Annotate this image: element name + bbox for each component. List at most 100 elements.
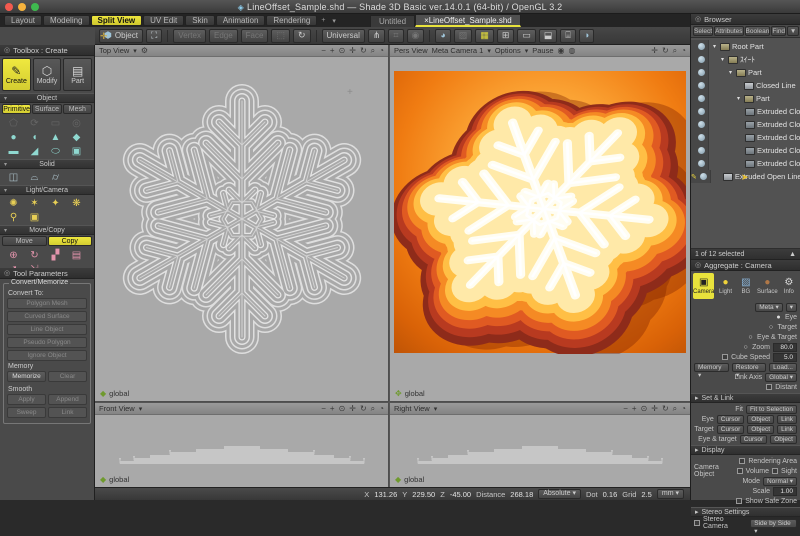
tab-find[interactable]: Find — [771, 26, 786, 36]
viewport-title[interactable]: Front View — [99, 404, 135, 413]
tab-camera[interactable]: ▣Camera — [693, 273, 714, 299]
stereo-mode-dropdown[interactable]: Side by Side ▾ — [750, 519, 797, 528]
wedge-tool-icon[interactable]: ◢ — [24, 144, 45, 158]
rotate-tool-button[interactable]: ↻ — [293, 29, 311, 43]
visibility-eye-icon[interactable] — [698, 69, 705, 76]
distant-light-icon[interactable]: ✦ — [45, 196, 66, 210]
collapse-icon[interactable]: ▸ — [695, 394, 699, 402]
visibility-eye-icon[interactable] — [698, 134, 705, 141]
magnify-icon[interactable]: ⌕ — [673, 405, 677, 413]
expander-icon[interactable]: ▾ — [719, 56, 726, 63]
tab-light[interactable]: ●Light — [716, 273, 734, 299]
camera-menu-icon[interactable]: ▾ — [487, 47, 491, 55]
eye-target-object-button[interactable]: Object — [770, 435, 797, 444]
restore-button[interactable]: Restore ▾ — [732, 363, 766, 372]
view-options-icon[interactable]: ◔ — [379, 47, 384, 55]
tree-item-extruded-closed[interactable]: Extruded Closed — [691, 157, 800, 170]
preview-toggle-icon[interactable]: ◉ — [558, 47, 565, 55]
aggregate-header[interactable]: ◎Aggregate : Camera — [691, 260, 800, 271]
tab-boolean[interactable]: Boolean — [745, 26, 771, 36]
zoom-out-icon[interactable]: − — [321, 405, 326, 413]
target-link-button[interactable]: Link — [777, 425, 797, 434]
pan-icon[interactable]: ✛ — [651, 47, 658, 55]
viewport-pers[interactable]: Pers View Meta Camera 1 ▾ Options ▾ Paus… — [390, 45, 690, 402]
fit-to-selection-button[interactable]: Fit to Selection — [746, 405, 797, 414]
expander-icon[interactable]: ▾ — [711, 43, 718, 50]
distant-checkbox[interactable] — [766, 384, 772, 390]
zoom-out-icon[interactable]: − — [623, 405, 628, 413]
tab-attributes[interactable]: Attributes — [714, 26, 743, 36]
zoom-reset-icon[interactable]: ⊙ — [641, 405, 648, 413]
magnify-icon[interactable]: ⌕ — [371, 47, 375, 55]
solid-section-header[interactable]: ▾Solid — [0, 159, 94, 169]
tab-mesh[interactable]: Mesh — [63, 104, 92, 114]
orbit-icon[interactable]: ↻ — [360, 47, 367, 55]
numeric-input-button[interactable]: ⌸ — [560, 29, 575, 43]
rendering-area-checkbox[interactable] — [739, 458, 745, 464]
rotate-copy-icon[interactable]: ↻ — [24, 248, 45, 262]
collapse-icon[interactable]: ▸ — [695, 446, 699, 454]
collapse-icon[interactable]: ▾ — [4, 227, 7, 234]
tab-overflow-icon[interactable]: ▾ — [329, 17, 339, 25]
collapse-icon[interactable]: ▾ — [4, 161, 7, 168]
collapse-icon[interactable]: ▾ — [4, 187, 7, 194]
radio-target[interactable]: ○ — [768, 324, 775, 331]
target-cursor-button[interactable]: Cursor — [717, 425, 745, 434]
orbit-icon[interactable]: ↻ — [662, 47, 669, 55]
view-menu-icon[interactable]: ▾ — [139, 405, 143, 413]
viewport-title[interactable]: Right View — [394, 404, 430, 413]
view-options-icon[interactable]: ◔ — [379, 405, 384, 413]
stereo-camera-checkbox[interactable] — [694, 520, 700, 526]
zoom-reset-icon[interactable]: ⊙ — [339, 405, 346, 413]
visibility-eye-icon[interactable] — [698, 95, 705, 102]
view-menu-icon[interactable]: ▾ — [133, 47, 137, 55]
tree-item-closed-line[interactable]: Closed Line — [691, 79, 800, 92]
tab-rendering[interactable]: Rendering — [266, 15, 317, 26]
eye-cursor-button[interactable]: Cursor — [717, 415, 745, 424]
camera-create-icon[interactable]: ▣ — [24, 210, 45, 224]
tab-uv-edit[interactable]: UV Edit — [143, 15, 184, 26]
chat-icon[interactable]: ◍ — [568, 47, 575, 55]
filter-icon[interactable]: ▼ — [787, 26, 799, 36]
visibility-eye-icon[interactable] — [698, 43, 705, 50]
grid-toggle-button[interactable]: ⊞ — [497, 29, 515, 43]
visibility-eye-icon[interactable] — [698, 147, 705, 154]
subtract-tool-icon[interactable]: ⌓ — [24, 170, 45, 184]
expander-icon[interactable]: ▾ — [727, 69, 734, 76]
panel-menu-icon[interactable]: ◎ — [4, 269, 10, 277]
cube-tool-icon[interactable]: ▣ — [66, 144, 87, 158]
tab-add-icon[interactable]: + — [318, 17, 328, 24]
toolbox-header[interactable]: ◎Toolbox : Create — [0, 45, 94, 56]
light-camera-section-header[interactable]: ▾Light/Camera — [0, 185, 94, 195]
pause-button[interactable]: Pause — [532, 46, 553, 55]
tree-item-part-jp[interactable]: ▾ ｽｲｰﾄ — [691, 53, 800, 66]
object-section-header[interactable]: ▾Object — [0, 93, 94, 103]
load-button[interactable]: Load... — [769, 363, 797, 372]
panel-menu-icon[interactable]: ◎ — [695, 261, 701, 269]
zoom-in-icon[interactable]: + — [330, 47, 335, 55]
magnify-icon[interactable]: ⌕ — [673, 47, 677, 55]
viewport-top[interactable]: Top View ▾ ⚙ − + ⊙ ✛ ↻ ⌕ ◔ — [95, 45, 389, 402]
preview-render-button[interactable]: ◑ — [579, 29, 594, 43]
tree-item-extruded-closed[interactable]: Extruded Closed — [691, 118, 800, 131]
tree-item-extruded-closed[interactable]: Extruded Closed — [691, 131, 800, 144]
pose-tool-button[interactable]: ⋔ — [368, 29, 386, 43]
zoom-value-field[interactable]: 80.0 — [773, 343, 797, 352]
zoom-reset-icon[interactable]: ⊙ — [339, 47, 346, 55]
point-light-icon[interactable]: ✺ — [3, 196, 24, 210]
radio-eye[interactable]: ● — [775, 314, 782, 321]
tab-info[interactable]: ⚙Info — [780, 273, 798, 299]
array-copy-icon[interactable]: ▤ — [66, 248, 87, 262]
tree-item-extruded-closed[interactable]: Extruded Closed — [691, 144, 800, 157]
tab-modeling[interactable]: Modeling — [43, 15, 89, 26]
linear-light-icon[interactable]: ⚲ — [3, 210, 24, 224]
link-axis-dropdown[interactable]: Global ▾ — [765, 373, 797, 382]
camera-mode-button[interactable]: ⛶ — [146, 29, 162, 43]
eye-link-button[interactable]: Link — [777, 415, 797, 424]
memory-button[interactable]: Memory ▾ — [694, 363, 729, 372]
shading-button[interactable]: ◕ — [435, 29, 450, 43]
cylinder-tool-icon[interactable]: ⬭ — [45, 144, 66, 158]
viewport-front[interactable]: Front View ▾ − + ⊙ ✛ ↻ ⌕ ◔ ◆global — [95, 403, 389, 487]
tab-layout[interactable]: Layout — [4, 15, 42, 26]
display-section-header[interactable]: ▸Display — [691, 445, 800, 455]
